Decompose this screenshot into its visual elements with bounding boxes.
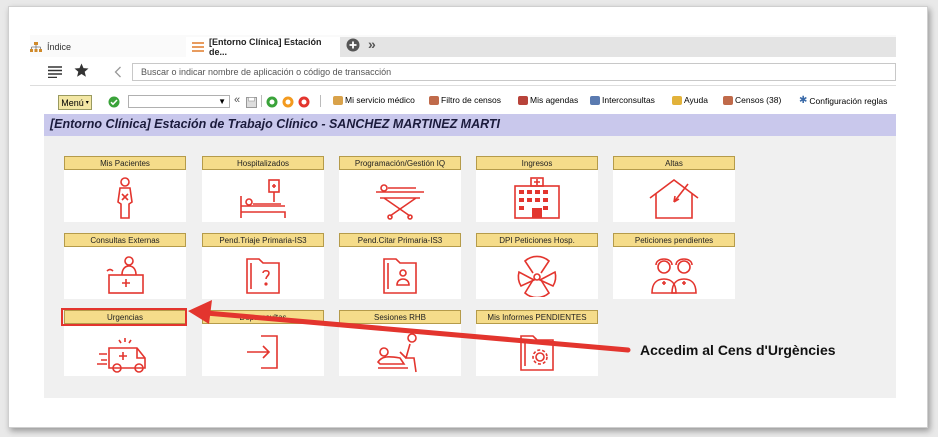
annotation-callout: Accedim al Cens d'Urgències [640,342,836,358]
annotation-arrow [188,300,631,353]
